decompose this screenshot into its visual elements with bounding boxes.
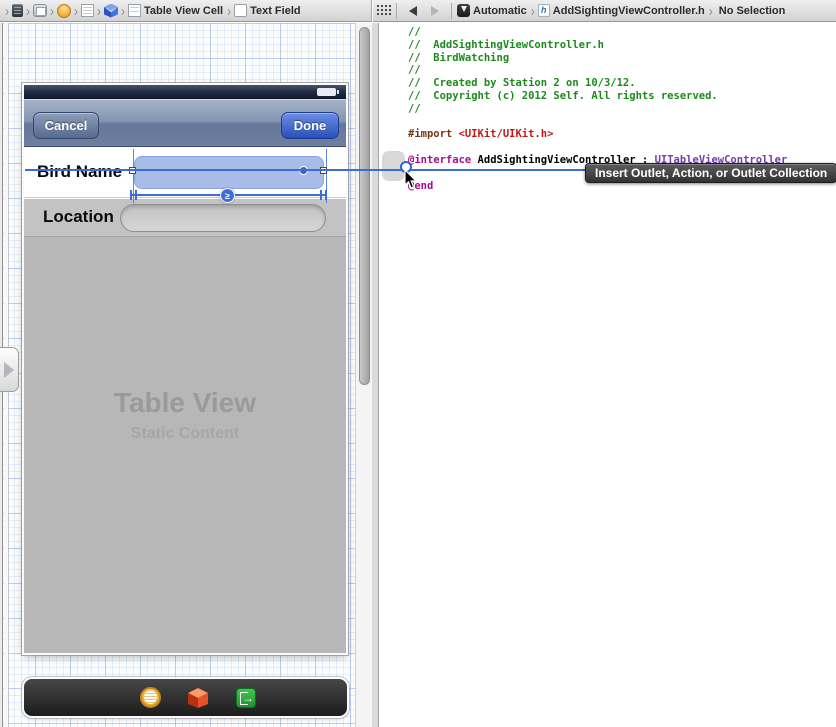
back-arrow-button[interactable] (409, 6, 417, 16)
table-view-icon[interactable] (81, 4, 94, 17)
related-items-icon[interactable] (377, 5, 391, 16)
location-table-cell[interactable]: Location (24, 199, 346, 236)
xcode-window: › › › › › › Table View Cell › Text Field… (0, 0, 836, 727)
breadcrumb-table-view-cell[interactable]: Table View Cell (141, 5, 224, 17)
table-view-placeholder-area[interactable]: Table View Static Content (24, 236, 346, 653)
chevron-icon: › (528, 2, 538, 19)
code-line (408, 116, 787, 129)
location-label[interactable]: Location (43, 207, 114, 227)
divider (396, 3, 397, 19)
code-line: // Created by Station 2 on 10/3/12. (408, 77, 787, 90)
battery-icon (317, 88, 336, 96)
bird-name-label[interactable]: Bird Name (37, 162, 122, 182)
code-token-comment: // Copyright (c) 2012 Self. All rights r… (408, 90, 718, 102)
storyboard-icon[interactable] (33, 4, 47, 17)
table-view-placeholder-title: Table View (24, 387, 346, 419)
navigation-bar[interactable]: Cancel Done (24, 99, 346, 147)
code-line: #import <UIKit/UIKit.h> (408, 128, 787, 141)
document-outline-expander-button[interactable] (0, 347, 19, 392)
code-line: // (408, 26, 787, 39)
table-view-controller-dock-icon[interactable] (140, 687, 161, 708)
content-view-cube-icon[interactable] (104, 4, 118, 18)
exit-segue-dock-icon[interactable] (236, 688, 256, 708)
code-token-comment: // (408, 26, 421, 38)
code-line: // AddSightingViewController.h (408, 39, 787, 52)
assistant-editor-jump-bar: Automatic › h AddSightingViewController.… (373, 0, 836, 22)
code-line: // (408, 64, 787, 77)
measurement-tick (320, 190, 322, 200)
divider (451, 3, 452, 19)
insert-outlet-tooltip: Insert Outlet, Action, or Outlet Collect… (585, 163, 836, 183)
scene-dock (24, 679, 347, 716)
chevron-icon: › (47, 2, 57, 19)
chevron-icon: › (94, 2, 104, 19)
bird-name-text-field-selected[interactable] (134, 156, 324, 189)
breadcrumb-file-name[interactable]: AddSightingViewController.h (550, 5, 706, 17)
code-line: // Copyright (c) 2012 Self. All rights r… (408, 90, 787, 103)
code-token-keyword: @interface (408, 154, 478, 166)
code-token-comment: // (408, 103, 421, 115)
chevron-icon: › (2, 2, 12, 19)
breadcrumb-selection[interactable]: No Selection (716, 5, 787, 17)
chevron-icon: › (706, 2, 716, 19)
measurement-tick (130, 190, 132, 200)
counterpart-tuxedo-icon[interactable] (457, 4, 470, 17)
code-token-string: <UIKit/UIKit.h> (459, 128, 554, 140)
chevron-icon: › (71, 2, 81, 19)
breadcrumb-counterpart[interactable]: Automatic (470, 5, 528, 17)
chevron-icon: › (118, 2, 128, 19)
view-controller-icon[interactable] (57, 4, 71, 18)
canvas-scrollbar-track[interactable] (355, 23, 372, 727)
chevron-icon: › (23, 2, 33, 19)
canvas-scrollbar-thumb[interactable] (359, 27, 370, 385)
interface-builder-jump-bar: › › › › › › Table View Cell › Text Field (0, 0, 372, 22)
status-bar (24, 85, 346, 99)
header-file-icon[interactable]: h (538, 4, 550, 17)
code-token-preprocessor: #import (408, 128, 459, 140)
code-token-comment: // (408, 64, 421, 76)
breadcrumb-text-field[interactable]: Text Field (247, 5, 302, 17)
code-token-comment: // AddSightingViewController.h (408, 39, 604, 51)
measurement-tick (135, 190, 137, 200)
done-button[interactable]: Done (281, 112, 339, 139)
code-line: // BirdWatching (408, 52, 787, 65)
resize-constraint-badge[interactable]: ≥ (220, 188, 235, 203)
first-responder-dock-icon[interactable] (188, 688, 208, 708)
code-line (408, 141, 787, 154)
pane-splitter[interactable] (372, 23, 379, 727)
measurement-tick (325, 190, 327, 200)
cancel-button[interactable]: Cancel (33, 112, 99, 139)
code-token-comment: // Created by Station 2 on 10/3/12. (408, 77, 636, 89)
location-text-field[interactable] (120, 204, 326, 232)
scene-document-icon[interactable] (12, 4, 23, 17)
table-view-cell-icon[interactable] (128, 4, 141, 17)
forward-arrow-button[interactable] (431, 6, 439, 16)
chevron-icon: › (224, 2, 234, 19)
code-line: // (408, 103, 787, 116)
mouse-cursor-icon (404, 169, 419, 190)
table-view-placeholder-subtitle: Static Content (24, 425, 346, 443)
text-field-icon[interactable] (234, 4, 247, 17)
code-token-comment: // BirdWatching (408, 52, 509, 64)
